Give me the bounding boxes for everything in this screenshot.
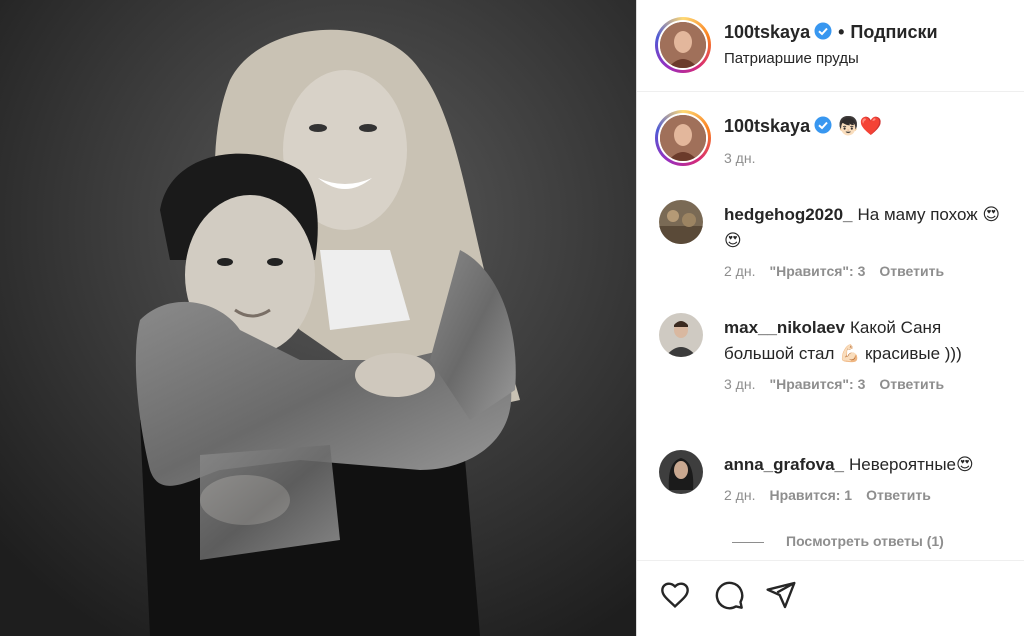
- reply-button[interactable]: Ответить: [879, 263, 944, 279]
- heart-icon[interactable]: [659, 579, 691, 611]
- commenter-avatar[interactable]: [659, 313, 703, 357]
- replies-divider: [732, 541, 764, 543]
- comment-username[interactable]: max__nikolaev: [724, 318, 845, 337]
- comment-body: Невероятные😍: [849, 455, 974, 474]
- post-actions-bar: [637, 560, 1024, 636]
- author-avatar[interactable]: [655, 17, 711, 73]
- caption-emojis: 👦🏻❤️: [837, 116, 882, 136]
- comment-text: anna_grafova_ Невероятные😍: [724, 452, 1014, 478]
- comment-username[interactable]: hedgehog2020_: [724, 205, 853, 224]
- reply-button[interactable]: Ответить: [879, 376, 944, 392]
- reply-button[interactable]: Ответить: [866, 487, 931, 503]
- view-replies-button[interactable]: Посмотреть ответы (1): [732, 533, 944, 549]
- commenter-avatar[interactable]: [659, 450, 703, 494]
- comment-meta: 2 дн. Нравится: 1 Ответить: [724, 487, 945, 503]
- separator-dot: •: [838, 22, 845, 42]
- verified-badge-icon: [814, 22, 832, 45]
- caption-avatar[interactable]: [655, 110, 711, 166]
- post-sidebar: 100tskaya • Подписки Патриаршие пруды 100t…: [636, 0, 1024, 636]
- photo-illustration: [0, 0, 636, 636]
- header-author-line: 100tskaya • Подписки: [724, 22, 938, 45]
- commenter-avatar[interactable]: [659, 200, 703, 244]
- following-button[interactable]: Подписки: [850, 22, 937, 42]
- caption-text-line: 100tskaya 👦🏻❤️: [724, 116, 882, 139]
- comment-icon[interactable]: [713, 579, 745, 611]
- comment-time[interactable]: 2 дн.: [724, 263, 755, 279]
- comment-username[interactable]: anna_grafova_: [724, 455, 844, 474]
- comment-time[interactable]: 3 дн.: [724, 376, 755, 392]
- post-location[interactable]: Патриаршие пруды: [724, 50, 859, 67]
- comment-meta: 2 дн. "Нравится": 3 Ответить: [724, 263, 958, 279]
- comment-likes[interactable]: "Нравится": 3: [769, 263, 865, 279]
- comment-time[interactable]: 2 дн.: [724, 487, 755, 503]
- caption-username[interactable]: 100tskaya: [724, 116, 810, 136]
- comment-text: hedgehog2020_ На маму похож 😍😍: [724, 202, 1014, 254]
- view-replies-label: Посмотреть ответы (1): [786, 533, 944, 549]
- caption-timestamp[interactable]: 3 дн.: [724, 150, 755, 166]
- comment-likes[interactable]: Нравится: 1: [769, 487, 852, 503]
- share-icon[interactable]: [765, 579, 797, 611]
- comment-meta: 3 дн. "Нравится": 3 Ответить: [724, 376, 958, 392]
- post-photo[interactable]: [0, 0, 636, 636]
- post-header: 100tskaya • Подписки Патриаршие пруды: [637, 0, 1024, 92]
- comment-text: max__nikolaev Какой Саня большой стал 💪🏻 …: [724, 315, 1014, 367]
- verified-badge-icon: [814, 116, 832, 139]
- comment-likes[interactable]: "Нравится": 3: [769, 376, 865, 392]
- author-username[interactable]: 100tskaya: [724, 22, 810, 42]
